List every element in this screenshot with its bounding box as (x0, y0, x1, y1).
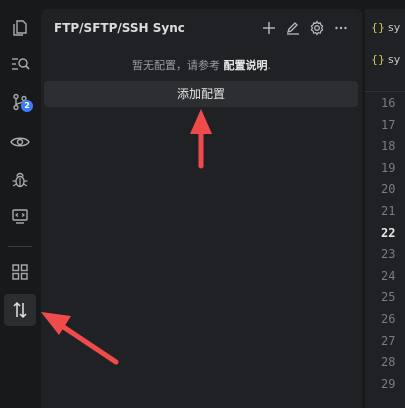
edit-icon (286, 22, 299, 35)
line-number: 24 (381, 268, 396, 283)
app-window: 2 FTP/SFTP/SSH Sync 暂无配置，请参考 配置说明. 添加配置 … (0, 0, 405, 408)
line-number: 21 (381, 204, 396, 218)
line-number: 27 (381, 333, 396, 348)
add-config-button[interactable]: 添加配置 (44, 81, 358, 107)
json-file-icon: {} (371, 21, 385, 34)
extensions-icon (12, 264, 28, 280)
activity-bar: 2 (0, 0, 40, 408)
editor-separator (365, 91, 405, 92)
sftp-sync-icon (13, 301, 27, 319)
activity-extensions[interactable] (0, 256, 40, 288)
debug-icon (12, 172, 28, 188)
activity-divider (8, 246, 32, 247)
line-number: 22 (381, 225, 396, 240)
line-number: 28 (381, 355, 396, 370)
breadcrumb-label: sy (388, 53, 401, 66)
line-number: 25 (381, 290, 396, 305)
settings-action[interactable] (308, 19, 326, 37)
plus-icon (263, 22, 275, 34)
source-control-badge: 2 (21, 100, 33, 112)
activity-sftp-sync[interactable] (4, 294, 36, 326)
hint-prefix: 暂无配置，请参考 (132, 59, 224, 72)
line-number: 16 (381, 96, 396, 110)
panel-title: FTP/SFTP/SSH Sync (54, 21, 185, 35)
editor-tab[interactable]: {} sy (371, 21, 400, 34)
config-docs-link[interactable]: 配置说明 (224, 59, 268, 72)
search-icon (12, 58, 30, 70)
activity-explorer[interactable] (0, 12, 40, 44)
line-number: 23 (381, 247, 396, 262)
breadcrumb[interactable]: {} sy (371, 53, 400, 66)
json-file-icon: {} (371, 53, 385, 66)
editor-area: {} sy {} sy 16 17 18 19 20 21 22 23 24 25 26 27 28 29 (365, 9, 405, 408)
remote-explorer-icon (12, 209, 28, 224)
panel-actions (260, 17, 350, 39)
line-number: 17 (381, 117, 396, 132)
activity-source-control[interactable]: 2 (0, 86, 40, 118)
eye-icon (10, 137, 30, 147)
line-number: 18 (381, 139, 396, 154)
gear-icon (310, 20, 324, 36)
line-number: 19 (381, 160, 396, 175)
activity-remote-explorer[interactable] (0, 200, 40, 232)
add-config-action[interactable] (260, 19, 278, 37)
tab-label: sy (388, 21, 401, 34)
more-actions[interactable] (332, 19, 350, 37)
files-icon (13, 20, 27, 36)
edit-config-action[interactable] (284, 19, 302, 37)
line-number: 26 (381, 312, 396, 326)
line-number: 29 (381, 376, 396, 391)
empty-config-hint: 暂无配置，请参考 配置说明. (41, 57, 362, 73)
more-icon (335, 26, 347, 30)
activity-preview[interactable] (0, 126, 40, 158)
hint-suffix: . (267, 59, 272, 72)
sftp-sync-panel: FTP/SFTP/SSH Sync 暂无配置，请参考 配置说明. 添加配置 (41, 9, 362, 408)
activity-debug[interactable] (0, 164, 40, 196)
activity-search[interactable] (0, 48, 40, 80)
line-number: 20 (381, 182, 396, 197)
